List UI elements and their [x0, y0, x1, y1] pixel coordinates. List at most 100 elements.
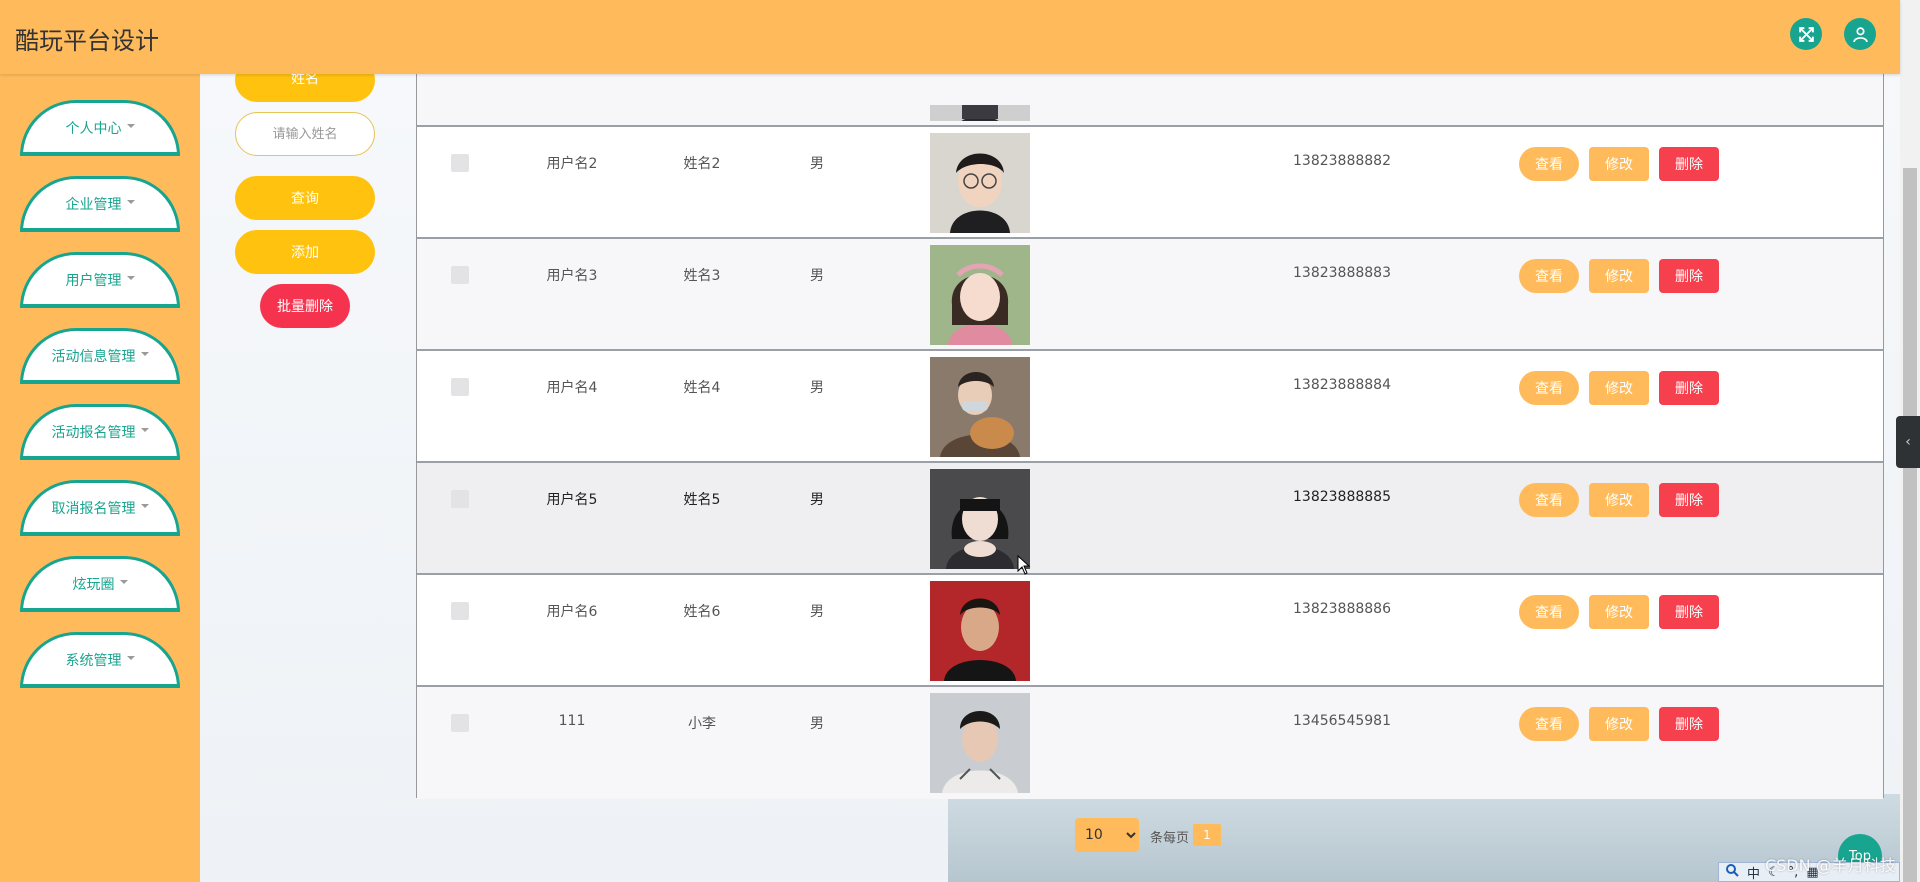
phone-cell: 13823888882 [1293, 153, 1391, 169]
caret-down-icon [126, 275, 135, 280]
phone-cell: 13823888884 [1293, 377, 1391, 393]
user-icon [1852, 26, 1868, 42]
caret-down-icon [140, 427, 149, 432]
table-row[interactable]: 用户名3 姓名3 男 13823888883 查看 修改 删除 [417, 239, 1883, 351]
user-menu-button[interactable] [1844, 18, 1876, 50]
name-cell: 姓名6 [683, 604, 721, 620]
ime-indicator[interactable]: 中 [1747, 863, 1760, 882]
user-photo [930, 469, 1030, 569]
row-checkbox[interactable] [451, 490, 469, 508]
gender-cell: 男 [810, 604, 824, 620]
portrait-glasses-image [930, 133, 1030, 233]
row-checkbox[interactable] [451, 378, 469, 396]
delete-button[interactable]: 删除 [1659, 707, 1719, 741]
view-button[interactable]: 查看 [1519, 483, 1579, 517]
delete-button[interactable]: 删除 [1659, 595, 1719, 629]
phone-cell: 13823888886 [1293, 601, 1391, 617]
view-button[interactable]: 查看 [1519, 707, 1579, 741]
edit-button[interactable]: 修改 [1589, 595, 1649, 629]
table-row[interactable]: 用户名5 姓名5 男 13823888885 查看 修改 删除 [417, 463, 1883, 575]
batch-delete-button[interactable]: 批量删除 [260, 284, 350, 328]
delete-button[interactable]: 删除 [1659, 371, 1719, 405]
sidebar-item-label: 用户管理 [65, 272, 122, 289]
app-header: 酷玩平台设计 [0, 0, 1900, 74]
edit-button[interactable]: 修改 [1589, 147, 1649, 181]
username-cell: 用户名6 [546, 604, 598, 620]
user-photo [930, 693, 1030, 793]
sidebar-item-label: 个人中心 [65, 120, 122, 137]
row-checkbox[interactable] [451, 154, 469, 172]
sidebar-item-cool-circle[interactable]: 炫玩圈 [20, 556, 180, 612]
mouse-cursor-icon [1017, 555, 1031, 575]
delete-button[interactable]: 删除 [1659, 483, 1719, 517]
scrollbar-thumb[interactable] [1903, 168, 1917, 882]
caret-down-icon [126, 199, 135, 204]
table-row[interactable]: 111 小李 男 13456545981 查看 修改 删除 [417, 687, 1883, 799]
table-row[interactable]: 用户名6 姓名6 男 13823888886 查看 修改 删除 [417, 575, 1883, 687]
username-cell: 用户名4 [546, 380, 598, 396]
add-button[interactable]: 添加 [235, 230, 375, 274]
table-row[interactable]: 用户名2 姓名2 男 13823888882 查看 修改 删除 [417, 127, 1883, 239]
user-photo [930, 245, 1030, 345]
name-cell: 姓名2 [683, 156, 721, 172]
view-button[interactable]: 查看 [1519, 595, 1579, 629]
view-button[interactable]: 查看 [1519, 147, 1579, 181]
username-cell: 111 [558, 713, 586, 729]
gender-cell: 男 [810, 716, 824, 732]
edit-button[interactable]: 修改 [1589, 483, 1649, 517]
delete-button[interactable]: 删除 [1659, 259, 1719, 293]
sidebar-item-activity-info[interactable]: 活动信息管理 [20, 328, 180, 384]
view-button[interactable]: 查看 [1519, 371, 1579, 405]
query-button[interactable]: 查询 [235, 176, 375, 220]
portrait-dog-image [930, 357, 1030, 457]
caret-down-icon [119, 579, 128, 584]
username-cell: 用户名3 [546, 268, 598, 284]
phone-cell: 13456545981 [1293, 713, 1391, 729]
sidebar-item-label: 系统管理 [65, 652, 122, 669]
caret-down-icon [140, 503, 149, 508]
search-icon[interactable] [1725, 863, 1739, 881]
name-cell: 小李 [688, 716, 716, 732]
view-button[interactable]: 查看 [1519, 259, 1579, 293]
edit-button[interactable]: 修改 [1589, 259, 1649, 293]
sidebar-item-activity-signup[interactable]: 活动报名管理 [20, 404, 180, 460]
sidebar-item-system[interactable]: 系统管理 [20, 632, 180, 688]
sidebar-item-label: 企业管理 [65, 196, 122, 213]
user-table: 用户名2 姓名2 男 13823888882 查看 修改 删除 用户名3 姓名3… [416, 1, 1884, 799]
sidebar: 个人中心 企业管理 用户管理 活动信息管理 活动报名管理 取消报名管理 炫玩圈 … [0, 74, 200, 882]
user-photo [930, 133, 1030, 233]
fullscreen-button[interactable] [1790, 18, 1822, 50]
per-page-label: 条每页 [1150, 831, 1190, 846]
gender-cell: 男 [810, 156, 824, 172]
edit-button[interactable]: 修改 [1589, 371, 1649, 405]
sidebar-item-users[interactable]: 用户管理 [20, 252, 180, 308]
sidebar-item-enterprise[interactable]: 企业管理 [20, 176, 180, 232]
page-size-select[interactable]: 10 [1075, 818, 1139, 852]
edit-button[interactable]: 修改 [1589, 707, 1649, 741]
user-photo [930, 581, 1030, 681]
delete-button[interactable]: 删除 [1659, 147, 1719, 181]
sidebar-item-personal-center[interactable]: 个人中心 [20, 100, 180, 156]
portrait-dark-image [930, 105, 1030, 121]
name-cell: 姓名5 [683, 492, 721, 508]
page-number-current[interactable]: 1 [1193, 824, 1221, 846]
phone-cell: 13823888883 [1293, 265, 1391, 281]
user-photo [930, 77, 1030, 121]
table-row[interactable]: 用户名4 姓名4 男 13823888884 查看 修改 删除 [417, 351, 1883, 463]
row-checkbox[interactable] [451, 602, 469, 620]
name-search-input[interactable] [235, 112, 375, 156]
row-checkbox[interactable] [451, 266, 469, 284]
portrait-headband-image [930, 245, 1030, 345]
caret-down-icon [126, 123, 135, 128]
sidebar-item-label: 活动报名管理 [51, 424, 136, 441]
sidebar-item-label: 活动信息管理 [51, 348, 136, 365]
name-cell: 姓名3 [683, 268, 721, 284]
collapse-panel-button[interactable]: ‹ [1896, 416, 1920, 468]
gender-cell: 男 [810, 268, 824, 284]
fullscreen-icon [1798, 26, 1814, 42]
row-checkbox[interactable] [451, 714, 469, 732]
portrait-bangs-image [930, 469, 1030, 569]
gender-cell: 男 [810, 380, 824, 396]
username-cell: 用户名2 [546, 156, 598, 172]
sidebar-item-cancel-signup[interactable]: 取消报名管理 [20, 480, 180, 536]
